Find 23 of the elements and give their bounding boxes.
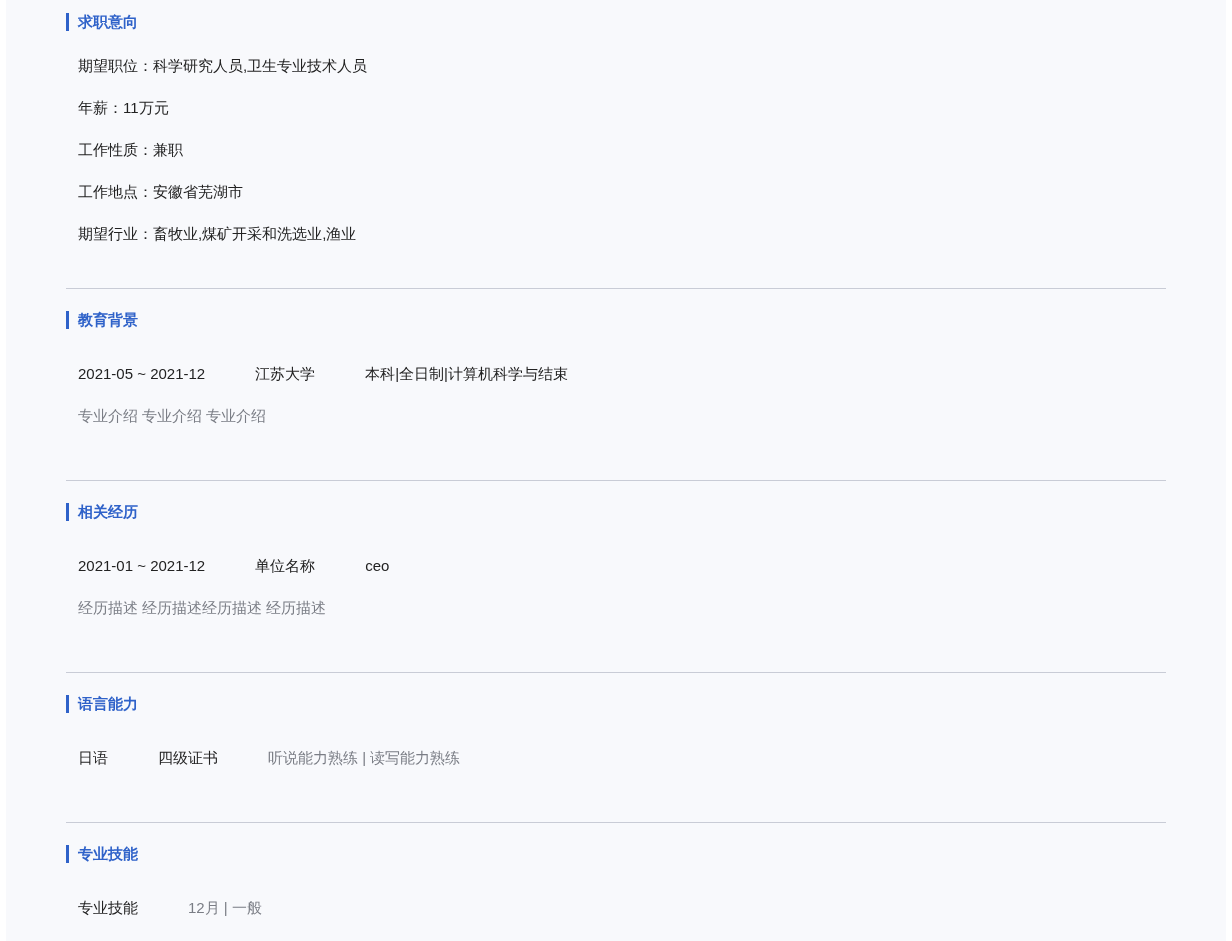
description-text: 经历描述 经历描述经历描述 经历描述 [78,598,327,618]
field-text: 工作地点：安徽省芜湖市 [78,182,243,202]
field-text: 期望行业：畜牧业,煤矿开采和洗选业,渔业 [78,224,357,244]
section-title: 相关经历 [66,503,138,521]
entry-text: 江苏大学 [255,364,316,384]
section-title: 教育背景 [66,311,138,329]
entry-text: 本科|全日制|计算机科学与结束 [365,364,568,384]
entry-text: 单位名称 [255,556,316,576]
entry-text: 听说能力熟练 | 读写能力熟练 [268,748,461,768]
section-title: 语言能力 [66,695,138,713]
entry-text: 12月 | 一般 [188,898,262,918]
section-title: 专业技能 [66,845,138,863]
entry-text: 四级证书 [158,748,218,768]
field-text: 工作性质：兼职 [78,140,183,160]
entry-text: ceo [365,556,390,576]
entry-text: 日语 [78,748,108,768]
description-text: 专业介绍 专业介绍 专业介绍 [78,406,267,426]
entry-text: 2021-05 ~ 2021-12 [78,364,206,384]
entry-text: 2021-01 ~ 2021-12 [78,556,206,576]
entry-text: 专业技能 [78,898,138,918]
field-text: 年薪：11万元 [78,98,169,118]
field-text: 期望职位：科学研究人员,卫生专业技术人员 [78,56,368,76]
section-title: 求职意向 [66,13,138,31]
